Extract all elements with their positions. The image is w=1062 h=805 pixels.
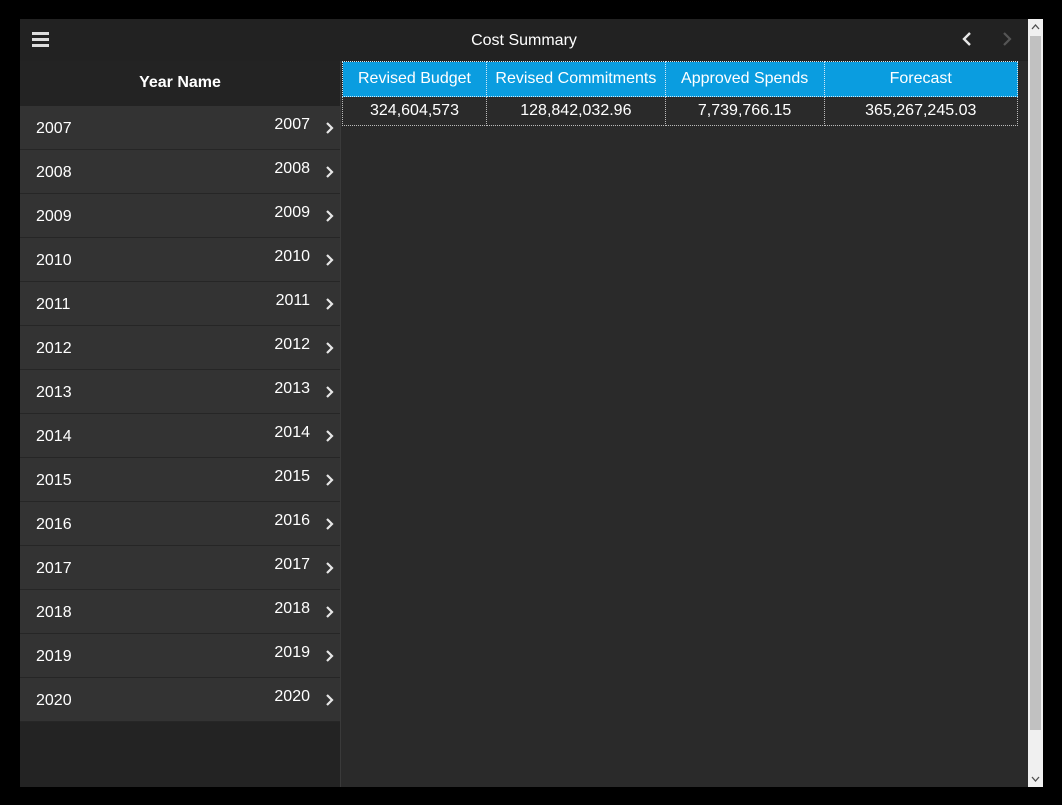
year-value: 2020	[274, 688, 310, 705]
table-cell: 365,267,245.03	[823, 96, 1019, 126]
table-row[interactable]: 324,604,573 128,842,032.96 7,739,766.15 365…	[342, 96, 1019, 126]
title-bar: Cost Summary	[20, 19, 1028, 61]
year-value: 2015	[274, 468, 310, 485]
chevron-right-icon	[326, 474, 334, 486]
table-header-row: Revised Budget Revised Commitments Approve…	[342, 61, 1019, 97]
chevron-right-icon	[326, 650, 334, 662]
year-value: 2007	[274, 116, 310, 133]
sidebar-item-2013[interactable]: 2013 2013	[20, 370, 340, 414]
table-cell: 7,739,766.15	[664, 96, 825, 126]
chevron-right-icon	[326, 606, 334, 618]
year-label: 2014	[36, 428, 72, 445]
sidebar-item-2012[interactable]: 2012 2012	[20, 326, 340, 370]
table-cell: 128,842,032.96	[485, 96, 666, 126]
next-button[interactable]	[996, 28, 1016, 50]
chevron-right-icon	[326, 694, 334, 706]
table-cell: 324,604,573	[342, 96, 487, 126]
sidebar-item-2008[interactable]: 2008 2008	[20, 150, 340, 194]
sidebar-item-2015[interactable]: 2015 2015	[20, 458, 340, 502]
chevron-right-icon	[326, 254, 334, 266]
table-body: 324,604,573 128,842,032.96 7,739,766.15 365…	[342, 96, 1019, 126]
vertical-scrollbar[interactable]	[1028, 19, 1043, 787]
year-label: 2013	[36, 384, 72, 401]
scroll-thumb[interactable]	[1030, 36, 1041, 730]
year-label: 2018	[36, 604, 72, 621]
year-label: 2019	[36, 648, 72, 665]
chevron-right-icon	[326, 386, 334, 398]
device-frame: Cost Summary Year Name 2007 2007 2008 2008 2…	[0, 0, 1062, 805]
chevron-right-icon	[326, 430, 334, 442]
app-window: Cost Summary Year Name 2007 2007 2008 2008 2…	[20, 19, 1043, 787]
year-value: 2009	[274, 204, 310, 221]
year-label: 2012	[36, 340, 72, 357]
chevron-right-icon	[326, 562, 334, 574]
year-value: 2010	[274, 248, 310, 265]
year-value: 2014	[274, 424, 310, 441]
chevron-left-icon	[962, 32, 971, 46]
sidebar-item-2019[interactable]: 2019 2019	[20, 634, 340, 678]
year-label: 2010	[36, 252, 72, 269]
sidebar-item-2007[interactable]: 2007 2007	[20, 106, 340, 150]
sidebar-header: Year Name	[20, 61, 340, 106]
year-label: 2020	[36, 692, 72, 709]
year-label: 2007	[36, 120, 72, 137]
chevron-right-icon	[326, 342, 334, 354]
previous-button[interactable]	[958, 28, 978, 50]
scroll-down-button[interactable]	[1028, 770, 1043, 787]
chevron-right-icon	[1003, 32, 1012, 46]
column-header[interactable]: Forecast	[823, 61, 1019, 97]
chevron-right-icon	[326, 210, 334, 222]
year-label: 2017	[36, 560, 72, 577]
sidebar-item-2020[interactable]: 2020 2020	[20, 678, 340, 722]
year-value: 2019	[274, 644, 310, 661]
sidebar-item-2010[interactable]: 2010 2010	[20, 238, 340, 282]
year-list: 2007 2007 2008 2008 2009 2009 2010 2010 2011 2011…	[20, 106, 340, 722]
scroll-up-icon	[1031, 24, 1040, 30]
year-value: 2013	[274, 380, 310, 397]
sidebar-item-2009[interactable]: 2009 2009	[20, 194, 340, 238]
year-label: 2009	[36, 208, 72, 225]
chevron-right-icon	[326, 166, 334, 178]
sidebar-item-2018[interactable]: 2018 2018	[20, 590, 340, 634]
year-value: 2011	[275, 292, 310, 309]
scroll-up-button[interactable]	[1028, 19, 1043, 36]
chevron-right-icon	[326, 518, 334, 530]
column-header[interactable]: Revised Commitments	[485, 61, 666, 97]
year-value: 2016	[274, 512, 310, 529]
sidebar-item-2011[interactable]: 2011 2011	[20, 282, 340, 326]
year-label: 2016	[36, 516, 72, 533]
sidebar-item-2017[interactable]: 2017 2017	[20, 546, 340, 590]
cost-summary-grid: Revised Budget Revised Commitments Approve…	[342, 61, 1019, 126]
year-value: 2018	[274, 600, 310, 617]
page-title: Cost Summary	[471, 32, 577, 49]
year-value: 2017	[274, 556, 310, 573]
year-label: 2011	[36, 296, 71, 313]
sidebar-item-2014[interactable]: 2014 2014	[20, 414, 340, 458]
year-label: 2008	[36, 164, 72, 181]
cost-table: Revised Budget Revised Commitments Approve…	[342, 61, 1019, 126]
scroll-down-icon	[1031, 776, 1040, 782]
column-header[interactable]: Approved Spends	[664, 61, 825, 97]
column-header[interactable]: Revised Budget	[342, 61, 487, 97]
year-value: 2008	[274, 160, 310, 177]
year-value: 2012	[274, 336, 310, 353]
year-label: 2015	[36, 472, 72, 489]
chevron-right-icon	[326, 122, 334, 134]
sidebar-item-2016[interactable]: 2016 2016	[20, 502, 340, 546]
chevron-right-icon	[326, 298, 334, 310]
year-sidebar: Year Name 2007 2007 2008 2008 2009 2009 2010 20…	[20, 61, 341, 787]
